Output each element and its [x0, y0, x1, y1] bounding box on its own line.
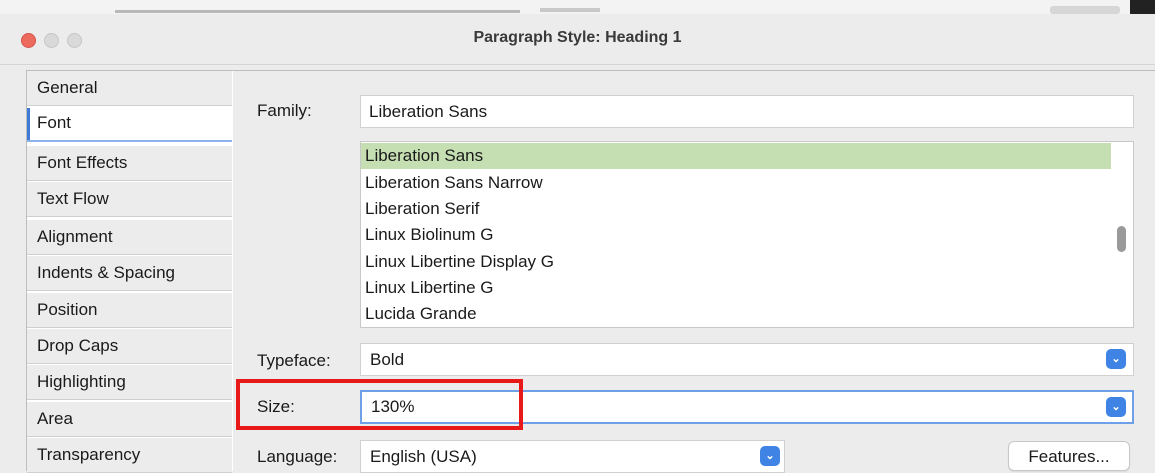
tab-font[interactable]: Font	[27, 106, 232, 142]
list-item[interactable]: Liberation Serif	[361, 196, 1111, 222]
tab-label: Transparency	[37, 445, 141, 464]
chevron-down-icon[interactable]: ⌄	[760, 446, 780, 466]
tab-label: Font Effects	[37, 153, 128, 172]
tab-area[interactable]: Area	[27, 402, 232, 437]
list-item[interactable]: Liberation Sans	[361, 143, 1111, 169]
chevron-down-icon[interactable]: ⌄	[1106, 397, 1126, 417]
tab-general[interactable]: General	[27, 71, 232, 106]
selected-tab-underline	[27, 140, 232, 142]
tab-label: Position	[37, 300, 98, 319]
background-window-strip	[0, 0, 1155, 14]
language-value: English (USA)	[370, 447, 477, 466]
tab-alignment[interactable]: Alignment	[27, 220, 232, 255]
list-item[interactable]: Liberation Sans Narrow	[361, 170, 1111, 196]
selected-tab-indicator	[27, 108, 30, 140]
tab-label: Alignment	[37, 227, 113, 246]
tab-text-flow[interactable]: Text Flow	[27, 182, 232, 217]
tab-sidebar: General Font Font Effects Text Flow Alig…	[26, 70, 233, 473]
list-item[interactable]: Linux Biolinum G	[361, 222, 1111, 248]
tab-label: Text Flow	[37, 189, 109, 208]
background-element	[1130, 0, 1155, 14]
language-label: Language:	[257, 447, 338, 466]
tab-indents-spacing[interactable]: Indents & Spacing	[27, 256, 232, 291]
window-title: Paragraph Style: Heading 1	[473, 29, 682, 46]
family-list[interactable]: Liberation Sans Liberation Sans Narrow L…	[360, 141, 1134, 328]
typeface-value: Bold	[370, 350, 405, 369]
highlight-annotation-box	[236, 379, 523, 430]
tab-position[interactable]: Position	[27, 293, 232, 328]
tab-font-effects[interactable]: Font Effects	[27, 146, 232, 181]
family-label: Family:	[257, 101, 312, 120]
tab-label: Drop Caps	[37, 336, 119, 355]
typeface-label: Typeface:	[257, 351, 331, 370]
chevron-down-icon[interactable]: ⌄	[1106, 349, 1126, 369]
title-bar: Paragraph Style: Heading 1	[0, 14, 1155, 65]
tab-label: Highlighting	[37, 372, 126, 391]
family-list-scrollbar[interactable]	[1117, 226, 1126, 252]
tab-label: Indents & Spacing	[37, 263, 175, 282]
tab-transparency[interactable]: Transparency	[27, 438, 232, 473]
background-divider	[540, 8, 600, 12]
tab-label: General	[37, 78, 98, 97]
list-item[interactable]: Linux Libertine Display G	[361, 249, 1111, 275]
tab-label: Font	[37, 113, 72, 132]
features-button[interactable]: Features...	[1008, 441, 1130, 471]
language-select[interactable]: English (USA)	[360, 440, 785, 473]
typeface-select[interactable]: Bold	[360, 343, 1134, 376]
tab-drop-caps[interactable]: Drop Caps	[27, 329, 232, 364]
tab-label: Area	[37, 409, 73, 428]
list-item[interactable]: Linux Libertine G	[361, 275, 1111, 301]
background-element	[1050, 6, 1120, 14]
family-input[interactable]: Liberation Sans	[360, 95, 1134, 128]
list-item[interactable]: Lucida Grande	[361, 301, 1111, 327]
tab-highlighting[interactable]: Highlighting	[27, 365, 232, 400]
background-divider	[115, 10, 520, 13]
